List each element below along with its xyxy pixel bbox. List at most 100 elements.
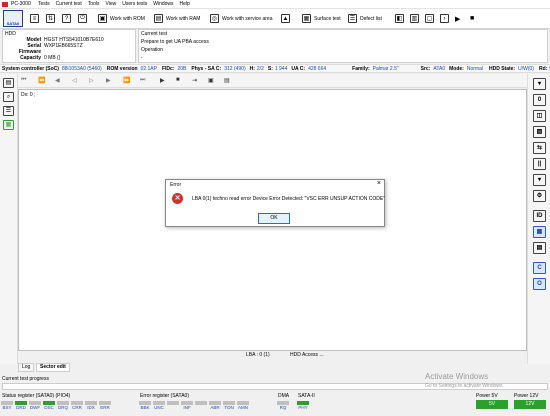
error-register-bit: TON (222, 400, 236, 410)
stop-editor-icon[interactable]: ■ (176, 77, 180, 83)
left-toolbar: ▤ ⌕ ☰ ▦ (0, 74, 18, 364)
status-register-bit-label: CRR (72, 405, 82, 410)
go-icon[interactable]: ▶ (160, 77, 165, 84)
sata-port-button[interactable]: SATA0 (3, 10, 23, 27)
hex-c-icon[interactable]: C (533, 262, 546, 274)
error-register-bit-label: AMN (238, 405, 248, 410)
defect-list-button[interactable]: ☰ Defect list (348, 12, 382, 25)
power-12v-indicator[interactable]: 12V (514, 400, 546, 409)
menu-help[interactable]: Help (180, 1, 190, 7)
pause-icon[interactable]: || (533, 158, 546, 170)
status-icon[interactable]: ▦ (3, 120, 14, 130)
sata-port-label: SATA0 (6, 21, 20, 26)
ok-button[interactable]: OK (258, 213, 290, 224)
disk-icon[interactable]: ◫ (533, 110, 546, 122)
work-with-service-area-button[interactable]: ◎ Work with service area (210, 12, 272, 25)
power-icon: ⏻ (78, 14, 87, 23)
toolbar-info-button[interactable]: ? (62, 12, 71, 25)
zero-icon[interactable]: 0 (533, 94, 546, 106)
save-icon[interactable]: ▣ (208, 77, 214, 84)
menu-tests[interactable]: Tests (38, 1, 50, 7)
toolbar-heads-button[interactable]: ⇅ (46, 12, 55, 25)
error-register-title: Error register (SATA0) (140, 393, 189, 399)
chart-icon[interactable]: ▤ (533, 242, 546, 254)
work-with-rom-button[interactable]: ▣ Work with ROM (98, 12, 145, 25)
open-icon[interactable]: ▤ (224, 77, 230, 84)
toolbar-triangle-button[interactable]: ▲ (281, 12, 290, 25)
layers-icon[interactable]: ▧ (533, 126, 546, 138)
rom-value: 02.1AP (140, 65, 157, 72)
uac-label: UA C: (291, 65, 306, 72)
status-register-title: Status register (SATA0) (PIO4) (2, 393, 71, 399)
power-5v-indicator[interactable]: 5V (476, 400, 508, 409)
dma-bit-label: RQ (279, 405, 287, 410)
toolbar-play-button[interactable]: ▶ (455, 12, 460, 25)
work-with-ram-label: Work with RAM (166, 15, 201, 22)
status-register-bit: CRR (70, 400, 84, 410)
toolbar-arrow-button[interactable]: › (440, 12, 449, 25)
grid-blue-icon[interactable]: ▦ (533, 226, 546, 238)
phys-value: 312 (490) (224, 65, 246, 72)
phys-label: Phys - SA C: (191, 65, 222, 72)
editor-navigation-bar: ⏮ ⏪ ◀ ◁ ▷ ▶ ⏩ ⏭ ▶ ■ ⇥ ▣ ▤ (18, 74, 527, 88)
sata-bit: PHY (296, 400, 310, 410)
toolbar-grid-button[interactable]: ▥ (410, 12, 419, 25)
controller-label: System controller (SoC) (2, 65, 59, 72)
heads-icon: ⇅ (46, 14, 55, 23)
work-with-ram-button[interactable]: ▤ Work with RAM (154, 12, 200, 25)
dma-register: DMA RQ (276, 393, 290, 410)
toolbar-window-button[interactable]: ▢ (425, 12, 434, 25)
sata-title: SATA-II (298, 393, 315, 399)
error-icon: ✕ (172, 193, 183, 204)
list-view-icon[interactable]: ☰ (3, 106, 14, 116)
step-next-icon[interactable]: ▷ (89, 77, 94, 84)
prev-fast-icon[interactable]: ⏪ (38, 77, 45, 84)
last-sector-icon[interactable]: ⏭ (140, 77, 145, 84)
mode-value: Normal (466, 65, 483, 72)
error-register-bit: BBK (138, 400, 152, 410)
s-value: 1 944 (274, 65, 288, 72)
transfer-icon[interactable]: ⇆ (533, 142, 546, 154)
error-dialog-title: Error (170, 182, 182, 188)
sata-bits: PHY (296, 400, 315, 410)
tab-sector-edit[interactable]: Sector edit (36, 363, 70, 372)
next-icon[interactable]: ▶ (106, 77, 111, 84)
current-test-value: Prepare to get UA PBA access (141, 39, 209, 45)
error-register-bit-label: TON (224, 405, 234, 410)
status-register-bit: DWF (28, 400, 42, 410)
read-icon[interactable]: ▾ (533, 78, 546, 90)
next-fast-icon[interactable]: ⏩ (123, 77, 130, 84)
status-register-bit-label: IDX (87, 405, 95, 410)
close-icon[interactable]: × (377, 180, 381, 187)
menu-tools[interactable]: Tools (88, 1, 100, 7)
tools-icon[interactable]: ⚙ (533, 190, 546, 202)
window-title: PC-3000 (11, 1, 31, 7)
menu-windows[interactable]: Windows (153, 1, 173, 7)
hdd-state-label: HDD State: (488, 65, 516, 72)
menu-current-test[interactable]: Current test (56, 1, 82, 7)
surface-test-button[interactable]: ▦ Surface test (302, 12, 341, 25)
current-test-panel: Current test Prepare to get UA PBA acces… (138, 29, 548, 63)
toolbar-stop-button[interactable]: ■ (470, 12, 474, 25)
first-sector-icon[interactable]: ⏮ (21, 77, 26, 84)
sector-editor-icon[interactable]: ▤ (3, 78, 14, 88)
menu-users-tests[interactable]: Users tests (122, 1, 147, 7)
goto-icon[interactable]: ⇥ (192, 77, 197, 84)
tab-log[interactable]: Log (18, 363, 35, 372)
error-register-bit: ABR (208, 400, 222, 410)
hex-o-icon[interactable]: O (533, 278, 546, 290)
hdd-capacity-value: 0 MB () (44, 55, 61, 61)
search-icon[interactable]: ⌕ (3, 92, 14, 102)
menu-view[interactable]: View (105, 1, 116, 7)
prev-icon[interactable]: ◀ (55, 77, 60, 84)
list-icon: ☰ (348, 14, 357, 23)
toolbar-settings-button[interactable]: ≡ (30, 12, 39, 25)
toolbar-stack-button[interactable]: ◧ (395, 12, 404, 25)
step-prev-icon[interactable]: ◁ (72, 77, 77, 84)
toolbar-power-button[interactable]: ⏻ (78, 12, 87, 25)
id-icon[interactable]: ID (533, 210, 546, 222)
status-register-bit-label: BSY (2, 405, 12, 410)
current-test-header: Current test (141, 31, 168, 37)
dropdown-icon[interactable]: ▾ (533, 174, 546, 186)
error-register-bit-label: UNC (154, 405, 164, 410)
